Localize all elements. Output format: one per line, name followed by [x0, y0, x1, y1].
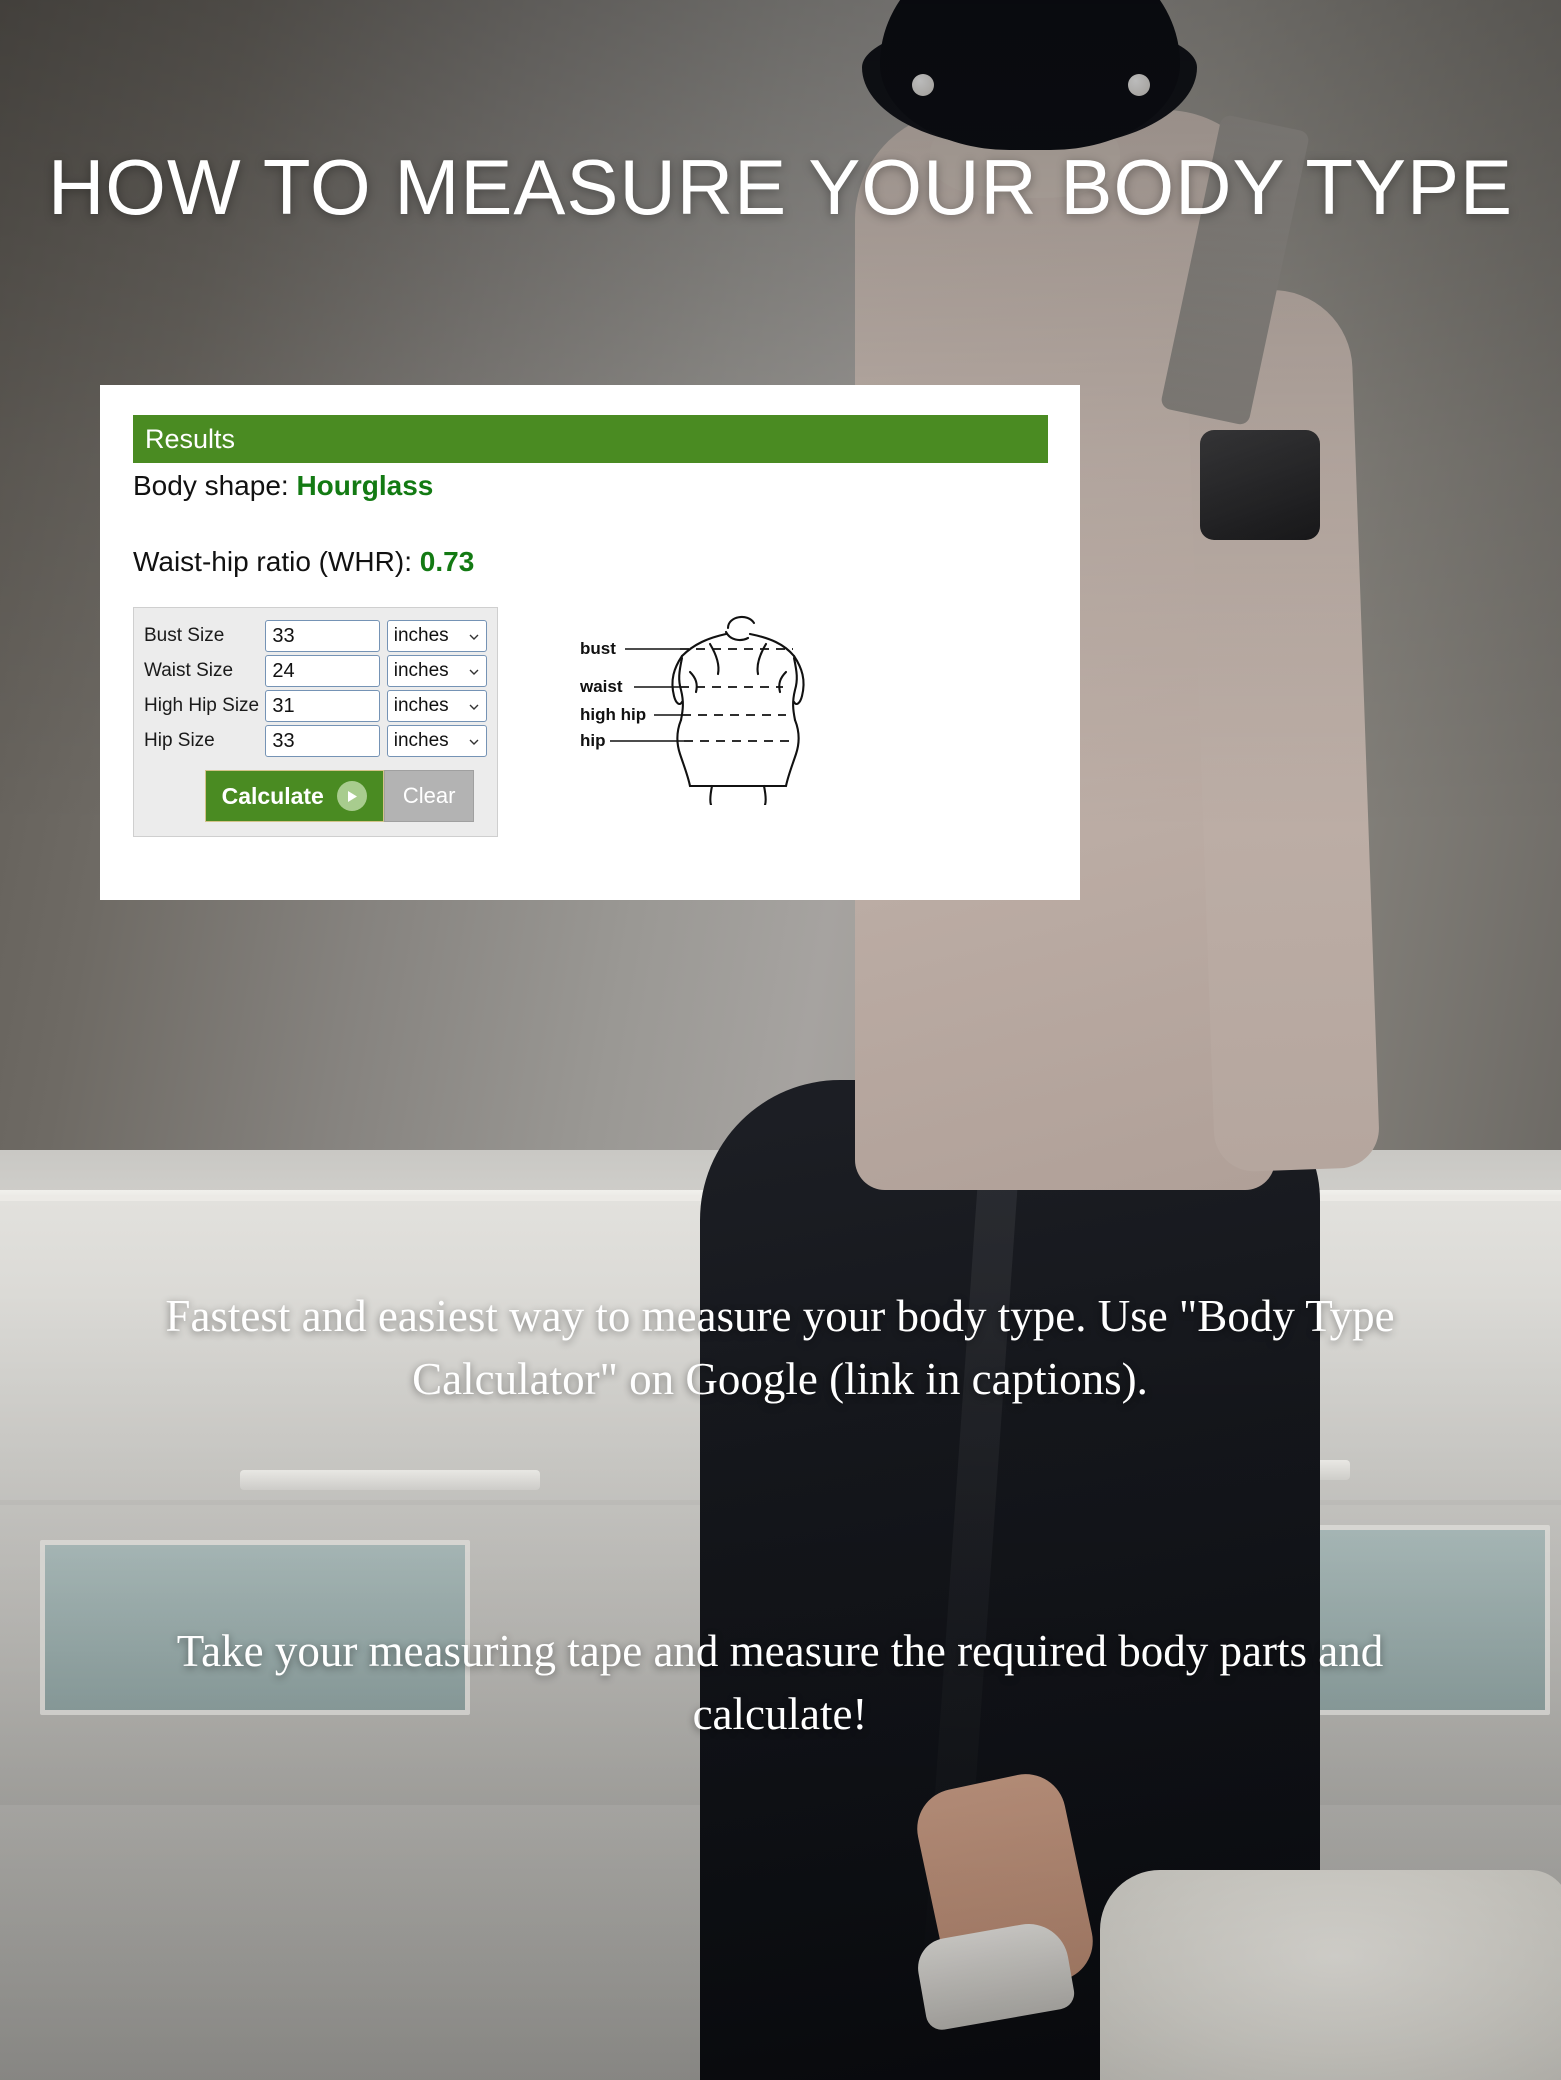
high-hip-size-label: High Hip Size: [144, 695, 260, 716]
caption-primary: Fastest and easiest way to measure your …: [165, 1291, 1395, 1404]
calculate-button-label: Calculate: [221, 782, 324, 809]
table-row: High Hip Size inches: [144, 690, 487, 722]
bust-unit-select[interactable]: inches: [386, 620, 487, 652]
high-hip-size-input[interactable]: [265, 690, 381, 722]
results-header-bar: Results: [133, 415, 1048, 463]
bust-size-label: Bust Size: [144, 625, 225, 646]
chevron-down-icon: [469, 739, 479, 745]
table-row: Bust Size inches: [144, 620, 487, 652]
hip-unit-cell: inches: [381, 725, 487, 757]
page-title: HOW TO MEASURE YOUR BODY TYPE: [47, 143, 1514, 231]
chevron-down-icon: [469, 704, 479, 710]
hip-size-input[interactable]: [265, 725, 381, 757]
clear-button-label: Clear: [402, 783, 456, 808]
waist-size-input[interactable]: [265, 655, 381, 687]
bust-unit-cell: inches: [381, 620, 487, 652]
body-shape-value: Hourglass: [296, 470, 434, 501]
hip-unit-label: inches: [393, 730, 449, 751]
hip-unit-select[interactable]: inches: [386, 725, 487, 757]
results-header-label: Results: [145, 423, 236, 454]
diagram-label-high-hip: high hip: [580, 705, 646, 724]
bust-size-cell: [265, 620, 381, 652]
chevron-down-icon: [469, 669, 479, 675]
measurement-form: Bust Size inches: [133, 607, 498, 837]
body-measurement-diagram: bust waist high hip hip: [578, 610, 928, 807]
body-type-calculator-card: Results Body shape: Hourglass Waist-hip …: [100, 385, 1080, 900]
hip-size-cell: [265, 725, 381, 757]
waist-unit-label: inches: [393, 660, 449, 681]
bust-size-input[interactable]: [265, 620, 381, 652]
measurement-table: Bust Size inches: [144, 617, 487, 760]
table-row: Hip Size inches: [144, 725, 487, 757]
caption-secondary: Take your measuring tape and measure the…: [176, 1626, 1384, 1739]
whr-label: Waist-hip ratio (WHR):: [133, 546, 412, 577]
diagram-label-bust: bust: [580, 639, 616, 658]
hip-size-label: Hip Size: [144, 730, 215, 751]
body-shape-result: Body shape: Hourglass: [133, 470, 433, 502]
waist-size-cell: [265, 655, 381, 687]
waist-unit-cell: inches: [381, 655, 487, 687]
calculate-button[interactable]: Calculate: [204, 770, 384, 822]
chevron-down-icon: [469, 634, 479, 640]
diagram-label-waist: waist: [579, 677, 623, 696]
high-hip-unit-label: inches: [393, 695, 449, 716]
whr-result: Waist-hip ratio (WHR): 0.73: [133, 546, 474, 578]
high-hip-unit-select[interactable]: inches: [386, 690, 487, 722]
waist-size-label: Waist Size: [144, 660, 234, 681]
bust-unit-label: inches: [393, 625, 449, 646]
diagram-label-hip: hip: [580, 731, 606, 750]
whr-value: 0.73: [419, 546, 475, 577]
high-hip-unit-cell: inches: [381, 690, 487, 722]
waist-unit-select[interactable]: inches: [386, 655, 487, 687]
play-icon: [336, 781, 367, 811]
body-shape-label: Body shape:: [133, 470, 289, 501]
high-hip-size-cell: [265, 690, 381, 722]
clear-button[interactable]: Clear: [383, 770, 475, 822]
table-row: Waist Size inches: [144, 655, 487, 687]
form-button-row: Calculate Clear: [144, 770, 487, 822]
